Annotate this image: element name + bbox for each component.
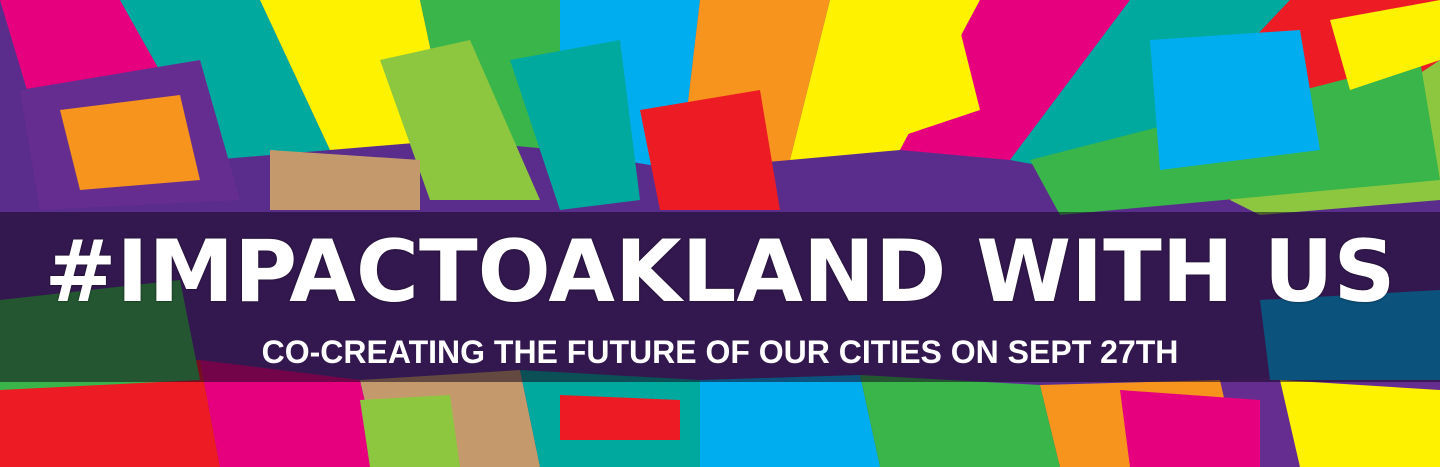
headline: #IMPACTOAKLAND WITH US: [44, 222, 1396, 322]
hero-banner: #IMPACTOAKLAND WITH US CO-CREATING THE F…: [0, 0, 1440, 467]
subheadline: CO-CREATING THE FUTURE OF OUR CITIES ON …: [261, 334, 1179, 370]
